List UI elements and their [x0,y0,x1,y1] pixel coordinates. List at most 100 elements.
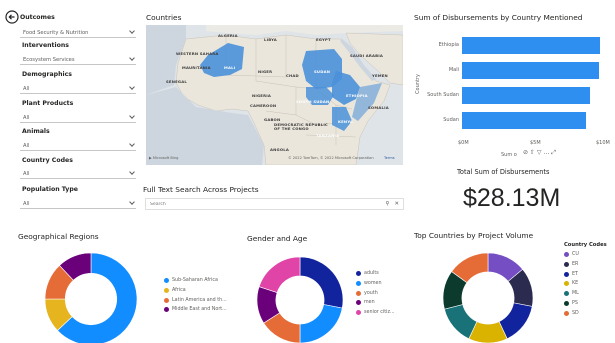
chevron-down-icon [129,28,135,34]
map-label: SOMALIA [368,105,389,110]
legend-item[interactable]: ML [564,291,607,297]
plant-products-value: All [23,114,30,121]
legend-item[interactable]: senior citiz... [356,310,395,316]
legend-swatch [164,297,169,303]
legend-label: women [364,280,382,286]
kpi-title: Total Sum of Disbursements [457,168,550,176]
map-label: NIGERIA [252,93,271,98]
animals-dropdown[interactable]: All [20,141,136,151]
donut-chart-geographical-regions[interactable] [44,252,138,343]
legend-title: Country Codes [564,242,607,248]
demographics-dropdown[interactable]: All [20,84,136,94]
chevron-down-icon [129,113,135,119]
bing-logo: ▶ Microsoft Bing [149,156,179,160]
legend-label: ET [572,271,578,277]
countries-map[interactable]: LIBYA EGYPT SAUDI ARABIA ALGERIA WESTERN… [146,25,403,165]
bar-chart[interactable]: Country Ethiopia Mali South Sudan Sudan $0M $… [414,25,614,160]
legend-swatch [356,280,361,286]
legend-swatch [164,287,169,293]
legend-label: SD [572,310,579,316]
legend-label: Sub-Saharan Africa [172,278,218,283]
legend-gender-and-age: adults women youth men senior citiz... [356,271,395,320]
legend-swatch [356,290,361,296]
donut-slice[interactable] [299,256,344,309]
legend-item[interactable]: KE [564,281,607,287]
bar[interactable] [462,37,601,54]
country-codes-value: All [23,170,30,177]
legend-label: adults [364,271,379,276]
legend-item[interactable]: women [356,280,395,286]
legend-item[interactable]: Latin America and th... [164,297,227,303]
legend-label: KE [572,281,579,287]
bar[interactable] [462,87,591,104]
legend-swatch [164,278,169,283]
population-type-value: All [23,200,30,207]
legend-label: ML [572,291,579,297]
legend-item[interactable]: Middle East and Nort... [164,307,227,313]
clear-icon[interactable]: ✕ [394,201,399,207]
plant-products-label: Plant Products [22,100,74,107]
donut-chart-gender-and-age[interactable] [256,256,344,343]
bar[interactable] [462,112,586,129]
bar-chart-title: Sum of Disbursements by Country Mentione… [414,13,583,22]
legend-item[interactable]: men [356,300,395,306]
legend-swatch [564,281,569,287]
legend-item[interactable]: CU [564,252,607,257]
back-button[interactable] [5,9,19,24]
population-type-dropdown[interactable]: All [20,199,136,209]
legend-label: Middle East and Nort... [172,307,227,313]
outcomes-dropdown[interactable]: Food Security & Nutrition [20,28,136,38]
donut-slice[interactable] [299,304,343,343]
donut-chart-top-countries[interactable] [442,252,534,343]
legend-item[interactable]: Sub-Saharan Africa [164,278,227,283]
filters-panel: Outcomes [20,14,136,21]
legend-item[interactable]: youth [356,290,395,296]
bar-chart-ylabel: Country [414,74,421,94]
map-label: TANZANIA [316,133,340,138]
legend-item[interactable]: adults [356,271,395,276]
focus-mode-icon[interactable]: ⊘ ⇧ ▽ … ⤢ [523,149,556,157]
legend-item[interactable]: SD [564,310,607,316]
legend-swatch [564,261,569,267]
map-label: SUDAN [314,69,331,74]
plant-products-dropdown[interactable]: All [20,113,136,123]
map-terms-link[interactable]: Terms [384,156,395,160]
bar-category-label: Ethiopia [438,42,459,48]
map-label: SAUDI ARABIA [350,53,383,58]
interventions-dropdown[interactable]: Ecosystem Services [20,55,136,65]
map-attribution: © 2022 TomTom, © 2022 Microsoft Corporat… [288,156,374,160]
bar-category-label: Sudan [443,117,459,123]
map-label: MALI [224,65,236,70]
country-codes-dropdown[interactable]: All [20,169,136,179]
bar-category-label: South Sudan [427,92,459,98]
search-input[interactable] [150,201,386,207]
legend-label: Africa [172,287,186,293]
chevron-down-icon [129,84,135,90]
chevron-down-icon [129,199,135,205]
legend-item[interactable]: PS [564,300,607,306]
legend-swatch [564,310,569,316]
map-label: DEMOCRATIC REPUBLIC OF THE CONGO [274,122,328,132]
legend-item[interactable]: ET [564,271,607,277]
search-icon[interactable]: ⚲ [386,201,390,207]
donut-gender-title: Gender and Age [247,234,308,243]
legend-swatch [564,252,569,257]
legend-label: youth [364,290,378,296]
legend-item[interactable]: Africa [164,287,227,293]
bar-x-tick: $0M [458,140,469,146]
country-codes-label: Country Codes [22,157,73,164]
bar[interactable] [462,62,599,79]
map-title: Countries [146,13,182,22]
search-title: Full Text Search Across Projects [143,185,259,194]
legend-item[interactable]: ER [564,261,607,267]
search-box[interactable]: ⚲ ✕ [145,198,404,210]
bar-x-tick: $10M [596,140,610,146]
map-label: ETHIOPIA [346,93,368,98]
legend-label: senior citiz... [364,310,395,316]
map-label: ANGOLA [270,147,290,152]
map-label: SOUTH SUDAN [296,99,330,104]
legend-label: Latin America and th... [172,297,227,303]
outcomes-label: Outcomes [20,14,55,21]
donut-slice[interactable] [258,256,301,293]
demographics-value: All [23,85,30,92]
